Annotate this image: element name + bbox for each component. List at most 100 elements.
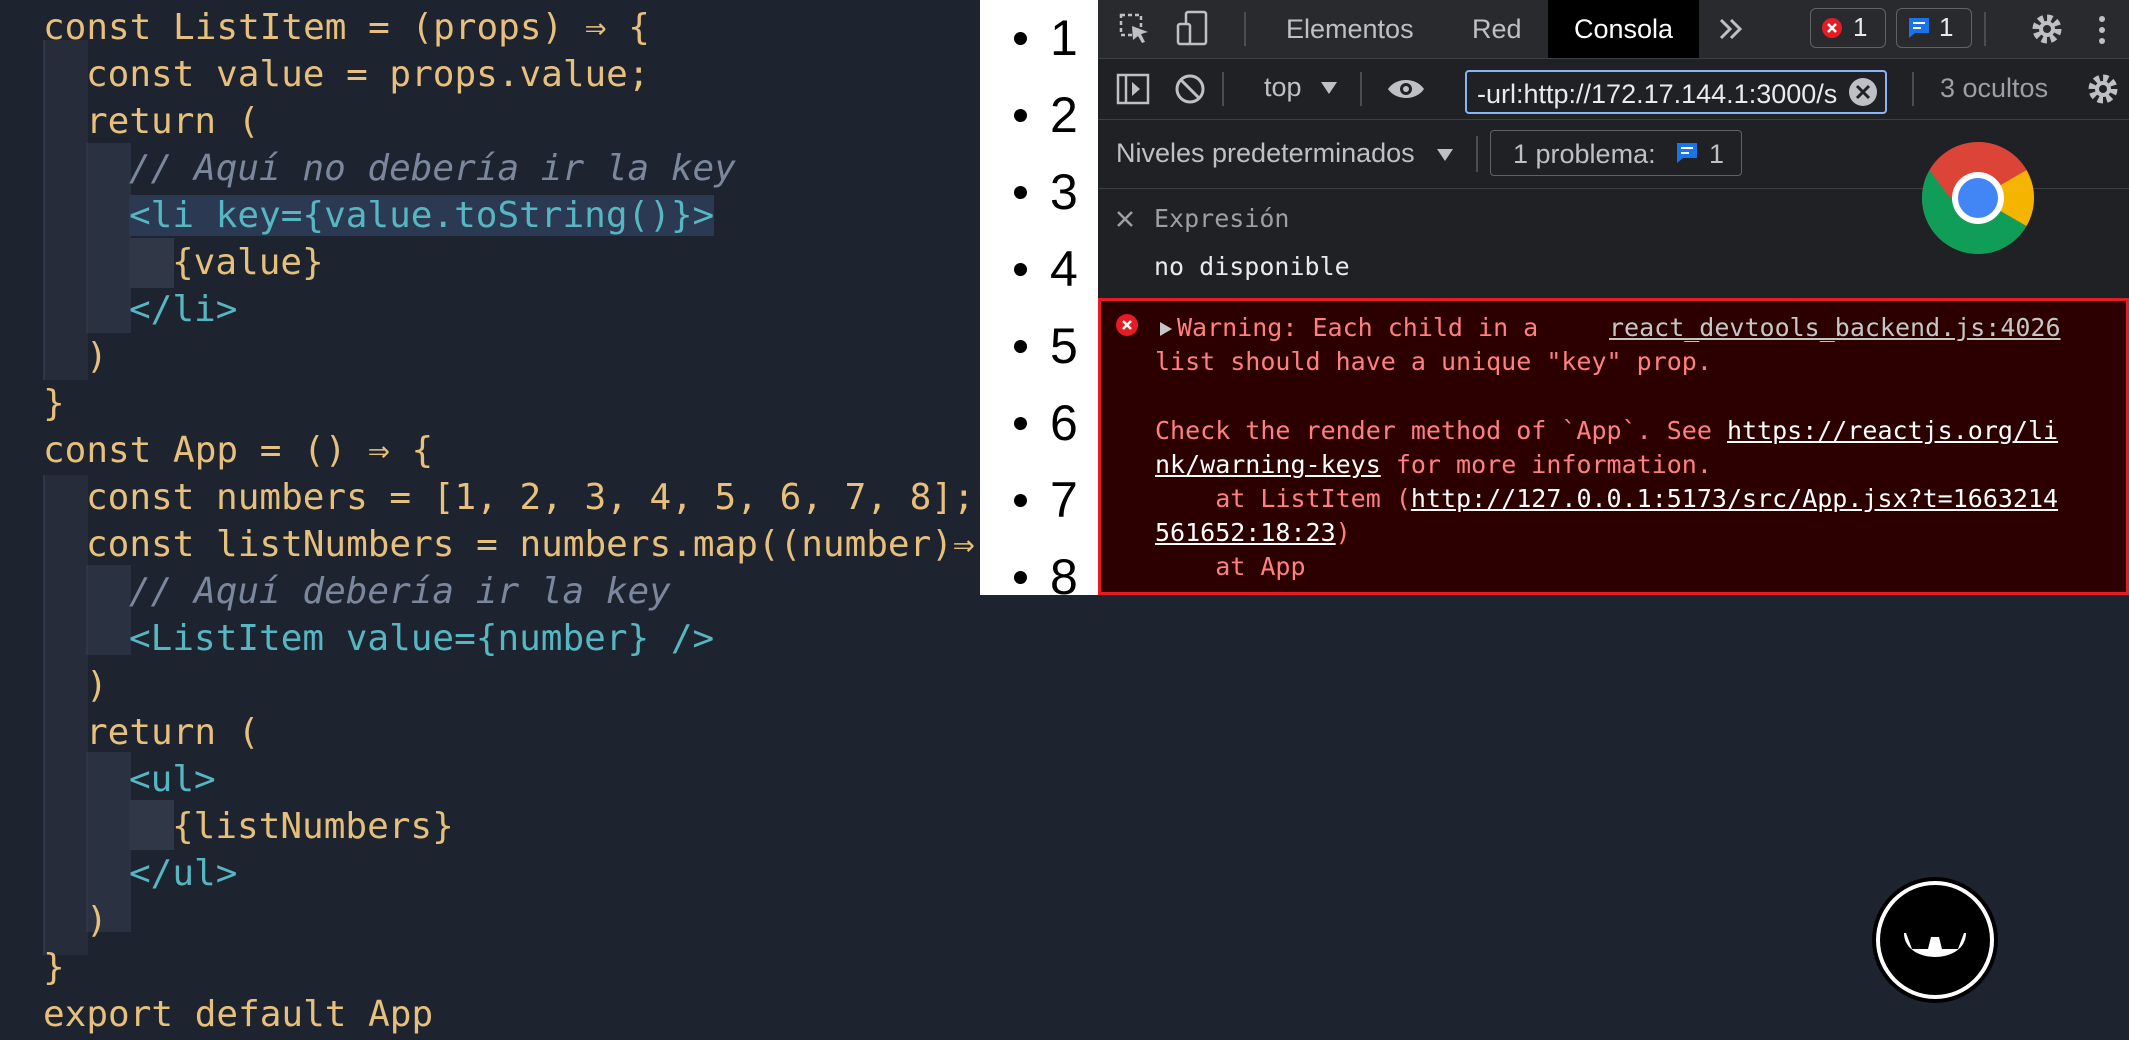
console-settings-gear-icon[interactable] [2086,72,2120,111]
tab-consola[interactable]: Consola [1548,0,1700,58]
remove-expression-icon[interactable] [1116,210,1134,233]
code-text: } [43,383,65,424]
code-line-21: } [0,944,65,991]
code-text: {listNumbers} [172,806,454,847]
bullet-icon [1014,340,1027,353]
settings-gear-icon[interactable] [2030,12,2064,51]
code-line-5: <li key={value.toString()}> [0,192,715,239]
live-expression-eye-icon[interactable] [1386,75,1426,108]
expression-label[interactable]: Expresión [1154,204,1289,233]
code-line-10: const App = () ⇒ { [0,427,433,474]
inspect-element-icon[interactable] [1118,12,1152,51]
code-line-3: return ( [0,98,259,145]
code-text: const value = props.value; [86,54,650,95]
code-line-6: {value} [0,239,324,286]
list-item-text: 1 [1050,10,1078,66]
error-line-3: Check the render method of `App`. See ht… [1155,414,2058,448]
toolbar-separator [1360,72,1362,106]
message-counter-badge[interactable]: 1 [1896,8,1972,48]
console-error-message[interactable]: Warning: Each child in a react_devtools_… [1098,298,2129,595]
code-text: ) [86,336,108,377]
device-toolbar-icon[interactable] [1176,10,1210,53]
error-text: Check the render method of `App`. See [1155,416,1727,445]
message-count: 1 [1939,12,1954,42]
stack-trace-link[interactable]: http://127.0.0.1:5173/src/App.jsx?t=1663… [1411,484,2058,513]
clear-filter-icon[interactable] [1847,76,1879,113]
error-count: 1 [1853,12,1868,42]
code-text: </li> [129,289,238,330]
expand-triangle-icon[interactable] [1159,321,1173,342]
sidebar-toggle-icon[interactable] [1116,72,1150,111]
code-line-12: const listNumbers = numbers.map((number)… [0,521,975,568]
toolbar-separator [1912,72,1914,106]
stack-trace-link[interactable]: 561652:18:23 [1155,518,1336,547]
code-line-13: // Aquí debería ir la key [0,568,671,615]
console-filter-input[interactable]: -url:http://172.17.144.1:3000/s [1465,70,1887,114]
code-line-15: ) [0,662,108,709]
avatar [1870,875,2000,1005]
code-line-1: const ListItem = (props) ⇒ { [0,4,650,51]
code-text: <ListItem value={number} /> [129,618,715,659]
code-text: <ul> [129,759,216,800]
list-item-text: 2 [1050,87,1078,143]
log-levels-dropdown[interactable]: Niveles predeterminados [1116,138,1415,169]
code-line-17: <ul> [0,756,216,803]
more-tabs-icon[interactable] [1718,16,1744,47]
code-line-2: const value = props.value; [0,51,650,98]
error-line-2: list should have a unique "key" prop. [1155,347,1712,376]
list-item: 5 [980,308,1098,385]
list-item-text: 5 [1050,318,1078,374]
bullet-icon [1014,109,1027,122]
code-text: return ( [86,101,260,142]
list-item: 8 [980,539,1098,595]
code-line-16: return ( [0,709,259,756]
code-line-8: ) [0,333,108,380]
error-counter-badge[interactable]: 1 [1810,8,1886,48]
list-item-text: 6 [1050,395,1078,451]
list-item: 7 [980,462,1098,539]
issues-button[interactable]: 1 problema: 1 [1490,130,1742,176]
clear-console-icon[interactable] [1174,73,1206,110]
bullet-icon [1014,32,1027,45]
list-item-text: 7 [1050,472,1078,528]
context-selector[interactable]: top [1264,72,1302,103]
list-item: 6 [980,385,1098,462]
code-line-22: export default App [0,991,433,1038]
error-source-link[interactable]: react_devtools_backend.js:4026 [1609,311,2061,345]
code-text: <li key={value.toString()}> [129,195,715,236]
code-text: ) [86,665,108,706]
devtools-tabbar: Elementos Red Consola 1 1 [1098,0,2129,59]
list-item-text: 3 [1050,164,1078,220]
more-options-icon[interactable] [2096,14,2108,51]
rendered-page: 1 2 3 4 5 6 7 8 [980,0,1098,595]
issues-label: 1 problema: [1513,139,1656,169]
toolbar-separator [1476,136,1478,172]
issues-count: 1 [1709,139,1725,169]
code-comment: // Aquí debería ir la key [129,571,671,612]
error-line-5: at ListItem (http://127.0.0.1:5173/src/A… [1155,482,2058,516]
tab-elementos[interactable]: Elementos [1260,0,1440,58]
code-line-19: </ul> [0,850,237,897]
code-comment: // Aquí no debería ir la key [129,148,736,189]
bullet-icon [1014,263,1027,276]
list-item: 4 [980,231,1098,308]
code-line-4: // Aquí no debería ir la key [0,145,736,192]
code-line-20: ) [0,897,108,944]
toolbar-separator [1984,12,1986,46]
filter-text: -url:http://172.17.144.1:3000/s [1477,79,1838,109]
code-text: const listNumbers = numbers.map((number)… [86,524,975,565]
code-text: const numbers = [1, 2, 3, 4, 5, 6, 7, 8]… [86,477,975,518]
list-item: 2 [980,77,1098,154]
code-line-7: </li> [0,286,237,333]
warning-keys-link[interactable]: nk/warning-keys [1155,450,1381,479]
bullet-icon [1014,417,1027,430]
tab-red[interactable]: Red [1446,0,1548,58]
bullet-icon [1014,571,1027,584]
chevron-down-icon[interactable] [1320,81,1338,100]
warning-keys-link[interactable]: https://reactjs.org/li [1727,416,2058,445]
error-icon [1821,17,1843,44]
chevron-down-icon[interactable] [1436,148,1454,167]
expression-value: no disponible [1154,252,1350,281]
error-line-4: nk/warning-keys for more information. [1155,448,1712,482]
code-text: const ListItem = (props) ⇒ { [43,7,650,48]
